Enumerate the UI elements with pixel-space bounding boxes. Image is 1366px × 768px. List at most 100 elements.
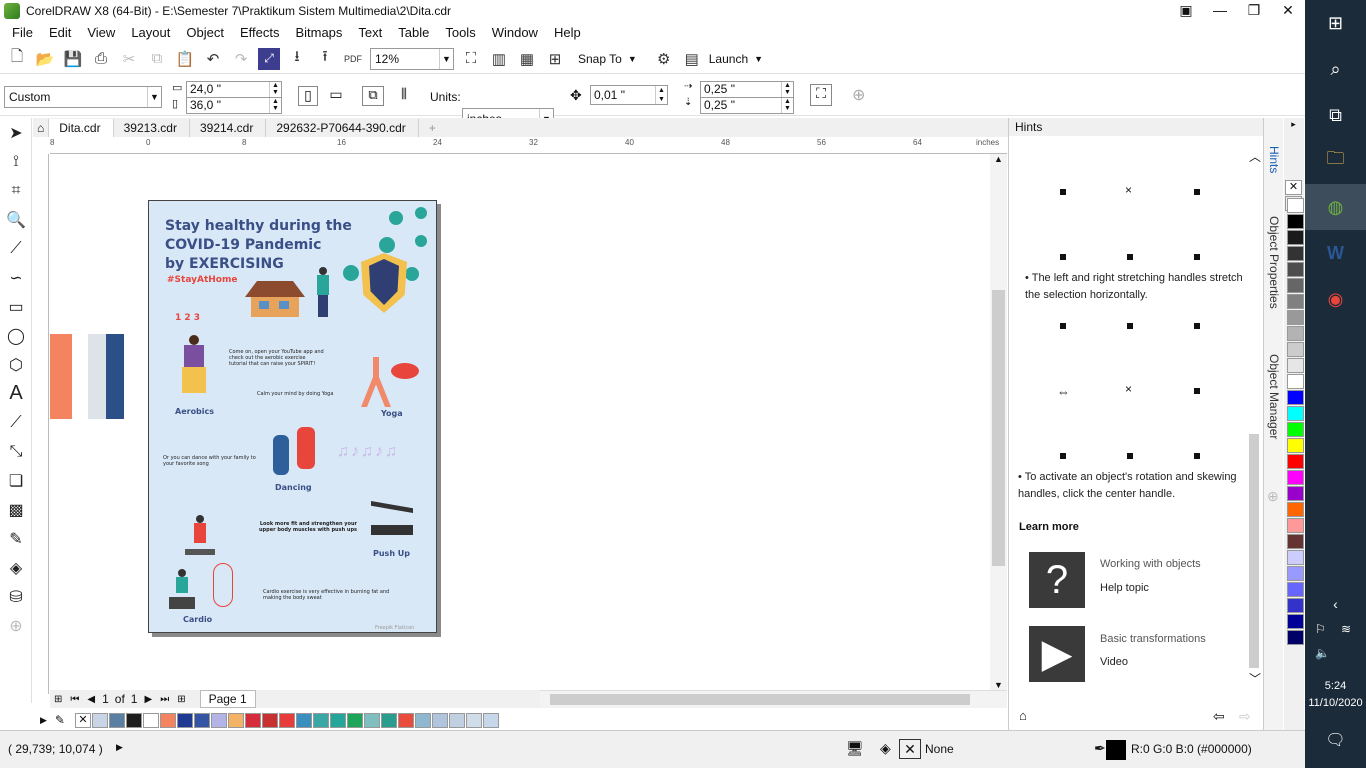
text-tool-icon[interactable]: A xyxy=(0,379,32,408)
print-icon[interactable]: ⎙ xyxy=(90,48,112,70)
palette-color-swatch[interactable] xyxy=(1287,582,1304,597)
palette-color-swatch[interactable] xyxy=(1287,470,1304,485)
color-proof-icon[interactable]: 🖥 xyxy=(846,740,864,757)
color-swatch-lightgray[interactable] xyxy=(88,334,106,419)
rectangle-tool-icon[interactable]: ▭ xyxy=(0,292,32,321)
palette-color-swatch[interactable] xyxy=(1287,326,1304,341)
menu-bitmaps[interactable]: Bitmaps xyxy=(295,25,342,40)
palette-color-swatch[interactable] xyxy=(1287,358,1304,373)
coreldraw-taskbar-icon[interactable]: ◍ xyxy=(1305,184,1366,230)
document-color-swatch[interactable] xyxy=(193,712,210,728)
open-icon[interactable]: 📂 xyxy=(34,48,56,70)
document-color-swatch[interactable] xyxy=(210,712,227,728)
eyedropper-icon[interactable]: ✎ xyxy=(55,713,65,727)
tab-39213[interactable]: 39213.cdr xyxy=(114,119,190,137)
tab-292632[interactable]: 292632-P70644-390.cdr xyxy=(266,119,419,137)
nudge-distance-input[interactable]: 0,01 " ▲ ▼ xyxy=(590,85,668,105)
palette-color-swatch[interactable] xyxy=(1287,230,1304,245)
current-page-icon[interactable]: ⫼ xyxy=(394,86,414,106)
paste-icon[interactable]: 📋 xyxy=(174,48,196,70)
palette-color-swatch[interactable] xyxy=(1287,614,1304,629)
ellipse-tool-icon[interactable]: ◯ xyxy=(0,321,32,350)
palette-color-swatch[interactable] xyxy=(1287,246,1304,261)
document-color-swatch[interactable] xyxy=(108,712,125,728)
document-color-swatch[interactable] xyxy=(244,712,261,728)
treat-as-filled-icon[interactable]: ⛶ xyxy=(810,84,832,106)
palette-color-swatch[interactable] xyxy=(1287,262,1304,277)
menu-effects[interactable]: Effects xyxy=(240,25,280,40)
docker-scrollbar-thumb[interactable] xyxy=(1249,434,1259,668)
import-icon[interactable]: ⭳ xyxy=(286,48,308,70)
canvas-vertical-scrollbar[interactable]: ▲ ▼ xyxy=(990,154,1007,690)
sidetab-object-properties[interactable]: Object Properties xyxy=(1267,216,1281,309)
palette-scroll-up-icon[interactable]: ▸ xyxy=(1285,119,1302,133)
word-icon[interactable]: W xyxy=(1305,230,1366,276)
add-page-before-icon[interactable]: ⊞ xyxy=(54,694,62,705)
document-color-swatch[interactable] xyxy=(176,712,193,728)
menu-table[interactable]: Table xyxy=(398,25,429,40)
document-color-swatch[interactable] xyxy=(414,712,431,728)
add-docker-icon[interactable]: ⊕ xyxy=(1267,488,1279,505)
palette-color-swatch[interactable] xyxy=(1287,630,1304,645)
docker-forward-icon[interactable]: ⇨ xyxy=(1239,708,1251,725)
prev-page-icon[interactable]: ◀ xyxy=(87,694,95,705)
document-color-swatch[interactable] xyxy=(431,712,448,728)
menu-file[interactable]: File xyxy=(12,25,33,40)
tab-dita[interactable]: Dita.cdr xyxy=(49,119,114,137)
shape-tool-icon[interactable]: ⟟ xyxy=(0,147,32,176)
tab-39214[interactable]: 39214.cdr xyxy=(190,119,267,137)
chrome-icon[interactable]: ◉ xyxy=(1305,276,1366,322)
menu-layout[interactable]: Layout xyxy=(131,25,170,40)
minimize-button[interactable]: — xyxy=(1203,0,1237,22)
menu-window[interactable]: Window xyxy=(492,25,538,40)
add-page-after-icon[interactable]: ⊞ xyxy=(177,694,185,705)
add-frame-icon[interactable]: ⊕ xyxy=(852,85,865,105)
help-topic-question-icon[interactable]: ? xyxy=(1029,552,1085,608)
full-screen-icon[interactable]: ⛶ xyxy=(460,48,482,70)
notifications-icon[interactable]: 🗨 xyxy=(1305,730,1366,750)
show-hidden-icons-icon[interactable]: ‹ xyxy=(1305,596,1366,612)
current-page-number[interactable]: 1 xyxy=(102,692,109,706)
document-color-swatch[interactable] xyxy=(482,712,499,728)
palette-color-swatch[interactable] xyxy=(1287,438,1304,453)
palette-color-swatch[interactable] xyxy=(1287,198,1304,213)
tab-welcome-home-icon[interactable]: ⌂ xyxy=(33,119,50,137)
palette-color-swatch[interactable] xyxy=(1287,214,1304,229)
artistic-media-tool-icon[interactable]: ∽ xyxy=(0,263,32,292)
no-color-swatch[interactable]: ✕ xyxy=(74,712,91,728)
first-page-icon[interactable]: ⏮ xyxy=(70,694,79,705)
options-gear-icon[interactable]: ⚙ xyxy=(653,48,675,70)
export-icon[interactable]: ⭱ xyxy=(314,48,336,70)
transparency-tool-icon[interactable]: ▩ xyxy=(0,495,32,524)
palette-color-swatch[interactable] xyxy=(1287,342,1304,357)
help-window-icon[interactable]: ▣ xyxy=(1169,0,1203,22)
portrait-icon[interactable]: ▯ xyxy=(298,86,318,106)
no-fill-swatch[interactable]: ✕ xyxy=(1285,180,1302,195)
freehand-tool-icon[interactable]: ⟋ xyxy=(0,234,32,263)
document-color-swatch[interactable] xyxy=(448,712,465,728)
launch-dropdown[interactable]: Launch xyxy=(709,52,748,66)
task-view-icon[interactable]: ⧉ xyxy=(1305,92,1366,138)
redo-icon[interactable]: ↷ xyxy=(230,48,252,70)
palette-color-swatch[interactable] xyxy=(1287,454,1304,469)
start-windows-icon[interactable]: ⊞ xyxy=(1305,0,1366,46)
close-button[interactable]: ✕ xyxy=(1271,0,1305,22)
all-pages-icon[interactable]: ⧉ xyxy=(362,86,384,106)
network-icon[interactable]: ⚐ xyxy=(1315,622,1326,636)
clock-date[interactable]: 11/10/2020 xyxy=(1305,697,1366,709)
horizontal-scroll-thumb[interactable] xyxy=(550,694,970,705)
palette-color-swatch[interactable] xyxy=(1287,598,1304,613)
palette-color-swatch[interactable] xyxy=(1287,566,1304,581)
menu-edit[interactable]: Edit xyxy=(49,25,71,40)
document-color-swatch[interactable] xyxy=(295,712,312,728)
smart-fill-tool-icon[interactable]: ⛁ xyxy=(0,582,32,611)
document-color-swatch[interactable] xyxy=(380,712,397,728)
docker-back-icon[interactable]: ⇦ xyxy=(1213,708,1225,725)
file-explorer-icon[interactable]: 🗀 xyxy=(1305,138,1366,184)
search-icon[interactable]: ⌕ xyxy=(1305,46,1366,92)
page-width-input[interactable]: 24,0 " ▲ ▼ xyxy=(186,81,282,98)
document-color-swatch[interactable] xyxy=(125,712,142,728)
copy-icon[interactable]: ⧉ xyxy=(146,48,168,70)
document-color-swatch[interactable] xyxy=(312,712,329,728)
document-page[interactable]: Stay healthy during the COVID-19 Pandemi… xyxy=(148,200,437,633)
